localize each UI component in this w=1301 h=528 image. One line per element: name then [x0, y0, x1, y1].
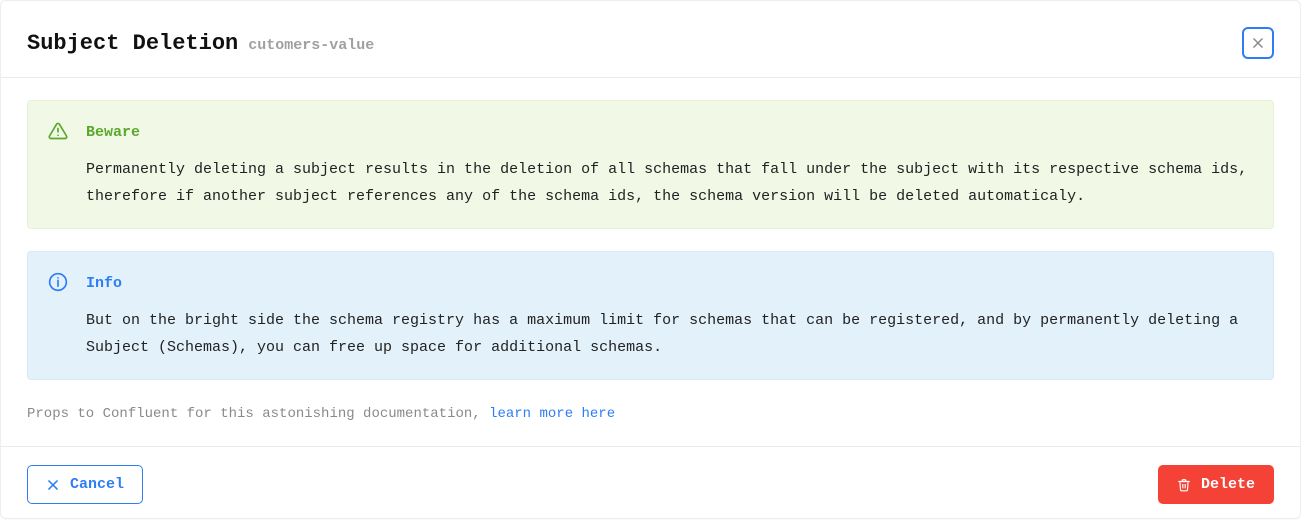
info-body: But on the bright side the schema regist…: [86, 307, 1253, 361]
beware-content: Beware Permanently deleting a subject re…: [86, 119, 1253, 210]
title-wrap: Subject Deletion cutomers-value: [27, 31, 374, 56]
learn-more-link[interactable]: learn more here: [489, 406, 615, 422]
modal-title: Subject Deletion: [27, 31, 238, 56]
delete-label: Delete: [1201, 474, 1255, 495]
docs-prefix: Props to Confluent for this astonishing …: [27, 406, 489, 422]
close-icon: [46, 478, 60, 492]
cancel-label: Cancel: [70, 474, 124, 495]
warning-icon: [48, 119, 68, 210]
trash-icon: [1177, 478, 1191, 492]
modal-header: Subject Deletion cutomers-value: [1, 1, 1300, 78]
docs-attribution: Props to Confluent for this astonishing …: [27, 402, 1274, 438]
close-icon: [1251, 36, 1265, 50]
cancel-button[interactable]: Cancel: [27, 465, 143, 504]
info-title: Info: [86, 270, 1253, 297]
beware-title: Beware: [86, 119, 1253, 146]
modal-footer: Cancel Delete: [1, 446, 1300, 514]
beware-alert: Beware Permanently deleting a subject re…: [27, 100, 1274, 229]
info-content: Info But on the bright side the schema r…: [86, 270, 1253, 361]
subject-name: cutomers-value: [248, 37, 374, 54]
subject-deletion-modal: Subject Deletion cutomers-value: [0, 0, 1301, 519]
info-icon: [48, 270, 68, 361]
beware-body: Permanently deleting a subject results i…: [86, 156, 1253, 210]
close-button[interactable]: [1242, 27, 1274, 59]
info-alert: Info But on the bright side the schema r…: [27, 251, 1274, 380]
delete-button[interactable]: Delete: [1158, 465, 1274, 504]
modal-body: Beware Permanently deleting a subject re…: [1, 78, 1300, 446]
